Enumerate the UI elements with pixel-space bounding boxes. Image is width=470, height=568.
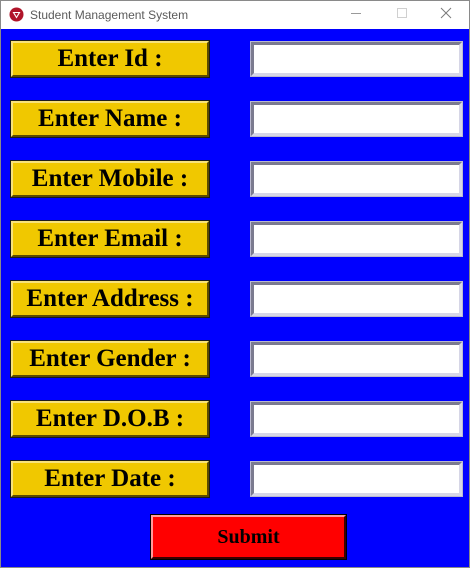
minimize-button[interactable] [333,1,379,29]
date-input[interactable] [250,461,463,497]
name-input[interactable] [250,101,463,137]
gender-input[interactable] [250,341,463,377]
submit-button[interactable]: Submit [150,514,347,560]
label-date: Enter Date : [10,460,210,498]
app-window: Student Management System Enter Id : Ent… [0,0,470,568]
label-gender: Enter Gender : [10,340,210,378]
minimize-icon [350,6,362,24]
id-input[interactable] [250,41,463,77]
close-button[interactable] [423,1,469,29]
close-icon [440,6,452,24]
address-input[interactable] [250,281,463,317]
title-bar[interactable]: Student Management System [1,1,469,29]
label-name: Enter Name : [10,100,210,138]
dob-input[interactable] [250,401,463,437]
mobile-input[interactable] [250,161,463,197]
email-input[interactable] [250,221,463,257]
form-panel: Enter Id : Enter Name : Enter Mobile : E… [1,29,469,567]
window-title: Student Management System [30,8,189,22]
maximize-button[interactable] [379,1,425,29]
app-logo-icon [9,7,24,22]
label-email: Enter Email : [10,220,210,258]
label-address: Enter Address : [10,280,210,318]
label-id: Enter Id : [10,40,210,78]
maximize-icon [396,6,408,24]
label-dob: Enter D.O.B : [10,400,210,438]
label-mobile: Enter Mobile : [10,160,210,198]
